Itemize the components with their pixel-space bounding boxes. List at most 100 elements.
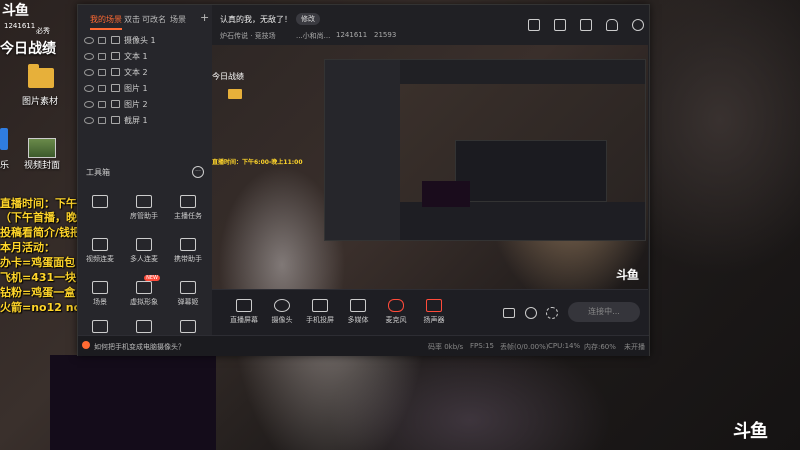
source-label: 文本 1 [124,52,148,61]
activity-line-1: 办卡=鸡蛋面包 [0,256,76,269]
task-tool[interactable]: 主播任务 [166,195,210,221]
scene-sidebar: 我的场景 双击 可改名 场景 + 摄像头 1 文本 1 文本 2 图片 1 图片… [78,5,213,335]
tab-double-click[interactable]: 双击 [124,14,140,25]
eye-icon[interactable] [84,117,94,124]
streaming-app-window: 我的场景 双击 可改名 场景 + 摄像头 1 文本 1 文本 2 图片 1 图片… [77,4,650,356]
stream-preview[interactable]: 今日战绩 直播时间：下午6:00-晚上11:00 斗鱼 [212,45,648,289]
dark-panel-left [50,355,216,450]
source-item[interactable]: 图片 2 [84,99,208,113]
room-id: 1241611 [336,31,368,39]
source-label: 图片 2 [124,100,148,109]
gift-tool[interactable]: 携带助手 [166,238,210,264]
eye-icon[interactable] [84,85,94,92]
bell-icon[interactable] [606,19,618,31]
drop-text: 丢帧(0/0.00%) [500,343,549,351]
text-icon [111,52,120,60]
media-icon [350,299,366,312]
microphone-button[interactable]: 麦克风 [378,299,414,325]
source-label: 摄像头 1 [124,36,156,45]
room-title: 认真的我，无敌了！ [220,15,292,24]
phone-cast-button[interactable]: 手机投屏 [302,299,338,325]
screen-capture-button[interactable]: 直播屏幕 [226,299,262,325]
video-cover-label: 视频封面 [24,161,61,171]
source-label: 截屏 1 [124,116,148,125]
hot-value: 21593 [374,31,397,39]
desktop-title: 今日战绩 [0,41,56,57]
folder-icon[interactable] [28,64,54,88]
start-live-button[interactable]: 连接中... [568,302,640,322]
extra-tool[interactable] [166,320,210,336]
video-cover-icon[interactable] [28,138,56,158]
lock-icon[interactable] [98,69,106,76]
multi-link-tool[interactable]: 多人连麦 [122,238,166,264]
danmaku-icon [180,281,196,294]
folder-label[interactable]: 图片素材 [22,94,58,107]
share-icon [92,195,108,208]
lock-icon[interactable] [98,101,106,108]
source-item[interactable]: 截屏 1 [84,115,208,129]
scene-tool[interactable]: 场景 [78,281,122,307]
help-link[interactable]: 如何把手机变成电脑摄像头？ [94,342,185,352]
video-link-tool[interactable]: 视频连麦 [78,238,122,264]
app-icon-blue[interactable] [0,128,8,150]
image-icon [111,84,120,92]
source-item[interactable]: 图片 1 [84,83,208,97]
extra-icon [136,320,152,333]
avatar-icon [136,281,152,294]
user-badge: 必秀 [36,27,50,35]
douyu-watermark: 斗鱼 [733,421,768,442]
memory-text: 内存:60% [584,343,616,351]
category-label[interactable]: 炉石传说 · 竞技场 [220,31,276,41]
extra-tool[interactable] [122,320,166,336]
eye-icon[interactable] [84,37,94,44]
tab-my-scene[interactable]: 我的场景 [90,14,122,30]
extra-icon [92,320,108,333]
room-info-bar: 认真的我，无敌了！ 修改 炉石传说 · 竞技场 ...小和尚... 124161… [212,5,649,45]
download-icon [180,320,196,333]
extra-tool[interactable] [78,320,122,336]
live-state-text: 未开播 [624,343,645,351]
app-label-1: 乐 [0,161,10,171]
image-icon [111,100,120,108]
layout-icon[interactable] [528,19,540,31]
edit-title-button[interactable]: 修改 [296,13,320,25]
download-icon [136,238,152,251]
lock-icon[interactable] [98,53,106,60]
lock-icon[interactable] [98,117,106,124]
user-id: 1241611 [4,22,36,30]
gift-icon [180,238,196,251]
eye-icon[interactable] [84,69,94,76]
danmaku-tool[interactable]: 弹幕姬 [166,281,210,307]
media-button[interactable]: 多媒体 [340,299,376,325]
phone-cast-icon [312,299,328,312]
upload-icon[interactable] [580,19,592,31]
more-icon[interactable]: ··· [192,166,204,178]
lock-icon[interactable] [98,37,106,44]
view-icon[interactable] [525,307,537,319]
avatar-tool[interactable]: NEW 虚拟形象 [122,275,166,307]
record-icon[interactable] [503,308,515,318]
source-item[interactable]: 文本 2 [84,67,208,81]
camera-icon [111,36,120,44]
tab-rename[interactable]: 可改名 [142,14,166,25]
speaker-button[interactable]: 扬声器 [416,299,452,325]
eye-icon[interactable] [84,101,94,108]
warning-icon [82,341,90,349]
scene-icon [92,281,108,294]
eye-icon[interactable] [84,53,94,60]
camera-button[interactable]: 摄像头 [264,299,300,325]
admin-tool[interactable]: 房管助手 [122,195,166,221]
lock-icon[interactable] [554,19,566,31]
heart-video-icon [92,238,108,251]
source-item[interactable]: 摄像头 1 [84,35,208,49]
tab-scene[interactable]: 场景 [170,14,186,25]
settings-icon[interactable] [546,307,558,319]
activity-title: 本月活动： [0,241,55,254]
share-icon[interactable] [632,19,644,31]
share-tool[interactable] [78,195,122,211]
source-item[interactable]: 文本 1 [84,51,208,65]
add-scene-button[interactable]: + [200,11,209,24]
microphone-icon [388,299,404,312]
douyu-logo-topleft: 斗鱼 [2,3,29,19]
lock-icon[interactable] [98,85,106,92]
